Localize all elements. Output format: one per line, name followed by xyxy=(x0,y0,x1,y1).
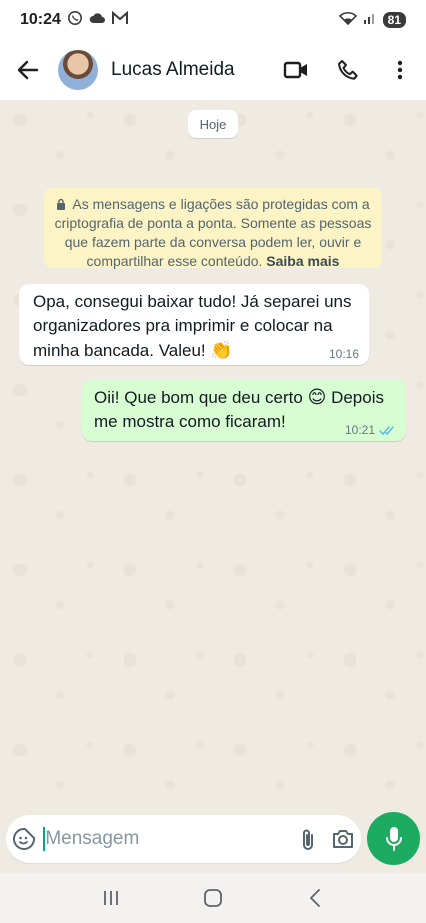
home-button[interactable] xyxy=(188,873,238,923)
mic-icon xyxy=(385,826,402,851)
camera-icon xyxy=(333,830,354,848)
message-time: 10:21 xyxy=(345,423,396,437)
message-timestamp: 10:16 xyxy=(328,347,359,361)
cloud-icon xyxy=(89,11,106,30)
chevron-left-icon xyxy=(310,889,320,907)
smiling-emoji: 😊 xyxy=(307,387,327,407)
back-arrow-icon xyxy=(17,60,39,80)
chat-header: Lucas Almeida xyxy=(0,40,426,100)
status-time: 10:24 xyxy=(20,11,61,28)
status-left: 10:24 xyxy=(20,10,128,31)
chat-area[interactable]: Hoje As mensagens e ligações são protegi… xyxy=(0,100,426,870)
camera-button[interactable] xyxy=(326,815,361,863)
system-navigation-bar xyxy=(0,873,426,923)
encryption-learn-more-link[interactable]: Saiba mais xyxy=(266,253,339,269)
recent-apps-button[interactable] xyxy=(86,873,136,923)
recent-apps-icon xyxy=(104,891,118,905)
message-text: Opa, consegui baixar tudo! Já separei un… xyxy=(33,290,355,363)
sticker-button[interactable] xyxy=(6,815,41,863)
sticker-icon xyxy=(12,828,35,850)
message-input[interactable] xyxy=(43,827,291,851)
header-actions xyxy=(270,40,426,100)
message-timestamp: 10:21 xyxy=(344,423,375,437)
video-call-button[interactable] xyxy=(270,40,322,100)
more-vert-icon xyxy=(397,60,403,80)
encryption-notice[interactable]: As mensagens e ligações são protegidas c… xyxy=(44,188,382,269)
contact-avatar[interactable] xyxy=(58,50,98,90)
attach-button[interactable] xyxy=(290,815,325,863)
gmail-icon xyxy=(111,10,128,30)
voice-call-button[interactable] xyxy=(322,40,374,100)
message-body-start: Oii! Que bom que deu certo xyxy=(94,388,303,407)
system-back-button[interactable] xyxy=(290,873,340,923)
message-body: Opa, consegui baixar tudo! Já separei un… xyxy=(33,292,352,360)
wifi-icon xyxy=(338,11,357,30)
message-time: 10:16 xyxy=(329,347,359,361)
message-composer xyxy=(6,815,361,863)
lock-icon xyxy=(57,198,66,210)
voice-message-button[interactable] xyxy=(367,812,420,865)
status-right: 81 xyxy=(338,11,406,30)
back-button[interactable] xyxy=(0,40,56,100)
battery-indicator: 81 xyxy=(382,12,406,28)
signal-icon xyxy=(363,11,377,30)
status-bar: 10:24 81 xyxy=(0,0,426,40)
outgoing-message[interactable]: Oii! Que bom que deu certo 😊 Depois me m… xyxy=(82,379,406,441)
more-options-button[interactable] xyxy=(374,40,426,100)
whatsapp-icon xyxy=(67,10,83,31)
phone-icon xyxy=(338,60,358,80)
contact-name[interactable]: Lucas Almeida xyxy=(111,59,235,81)
clapping-hands-emoji: 👏 xyxy=(210,340,233,360)
incoming-message[interactable]: Opa, consegui baixar tudo! Já separei un… xyxy=(19,284,369,365)
attach-icon xyxy=(302,829,313,850)
video-call-icon xyxy=(283,61,307,79)
home-icon xyxy=(204,889,222,907)
read-ticks-icon xyxy=(379,425,394,435)
date-chip: Hoje xyxy=(188,110,238,138)
